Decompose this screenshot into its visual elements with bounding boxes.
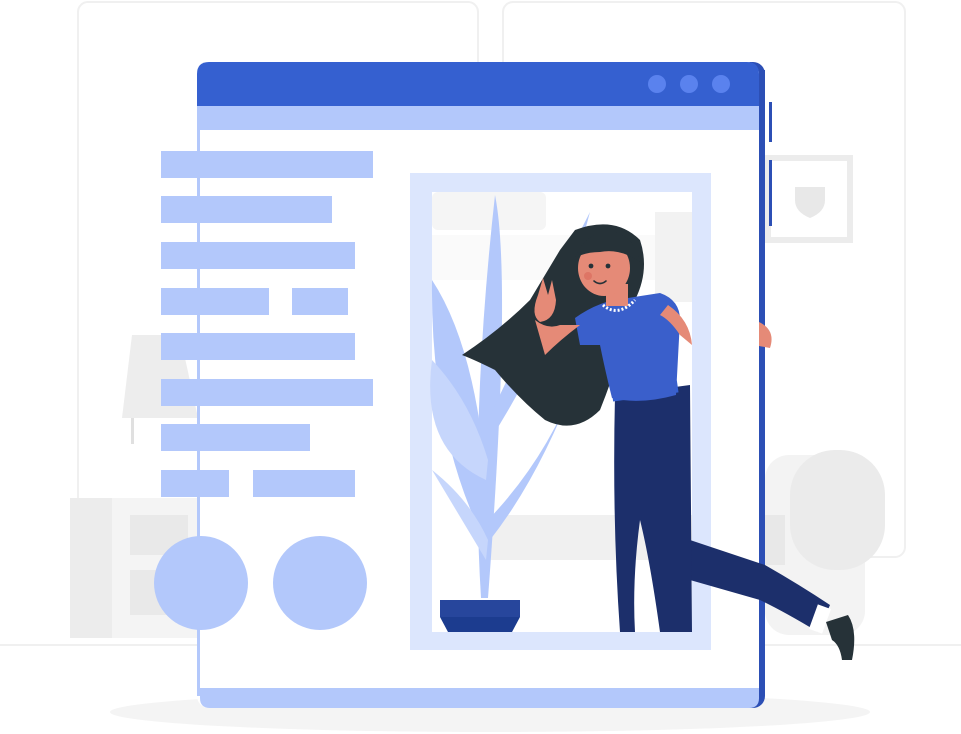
woman-eye (605, 263, 611, 269)
text-placeholder-row (161, 151, 373, 178)
window-control-dot-icon[interactable] (712, 75, 730, 93)
window-title-bar-right-edge (759, 70, 765, 106)
lamp-pole (131, 418, 134, 444)
inner-room-shelf (432, 192, 546, 230)
text-placeholder-row (292, 288, 348, 315)
window-right-accent-1 (769, 102, 772, 142)
woman-eye (588, 263, 594, 269)
window-controls (648, 75, 730, 93)
text-placeholder-row (161, 333, 355, 360)
woman-shoe-icon (826, 615, 855, 660)
woman-cheek (584, 272, 592, 280)
text-placeholder-row (161, 470, 229, 497)
circle-button-right[interactable] (273, 536, 367, 630)
sofa-arm (790, 450, 885, 570)
window-address-bar (200, 106, 759, 130)
illustration-canvas (0, 1, 961, 732)
window-control-dot-icon[interactable] (680, 75, 698, 93)
window-footer-bar (200, 688, 759, 708)
text-placeholder-row (161, 242, 355, 269)
sofa-seat (765, 515, 785, 565)
text-placeholder-row (253, 470, 355, 497)
plant-pot-rim (440, 600, 520, 617)
circle-button-left[interactable] (154, 536, 248, 630)
text-placeholder-row (161, 288, 269, 315)
text-placeholder-row (161, 196, 332, 223)
text-placeholder-row (161, 379, 373, 406)
window-title-bar (197, 62, 759, 106)
text-placeholder-row (161, 424, 310, 451)
window-right-accent-2 (769, 160, 772, 226)
window-control-dot-icon[interactable] (648, 75, 666, 93)
inner-room-door (655, 212, 692, 302)
